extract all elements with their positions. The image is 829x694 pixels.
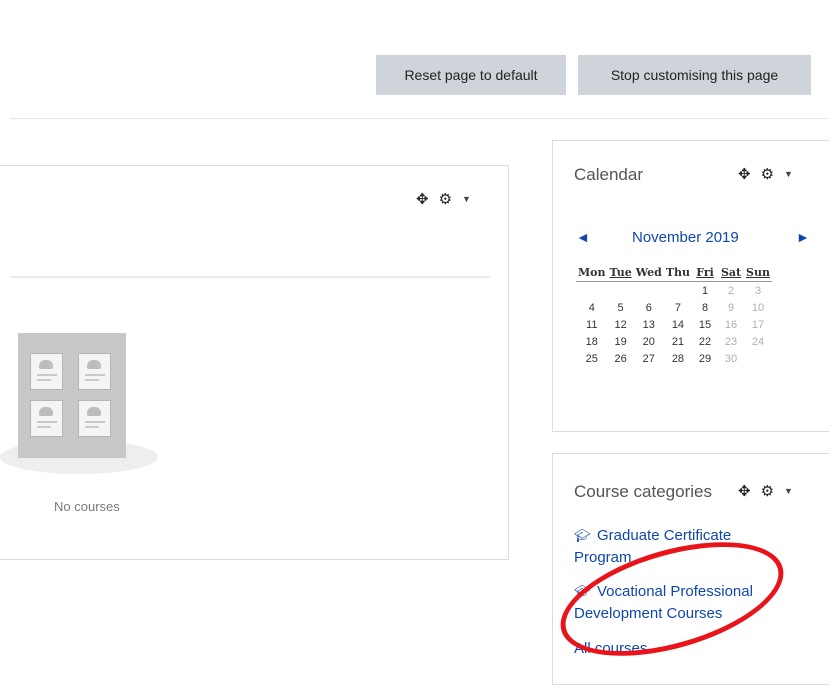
calendar-day[interactable]: 29	[692, 350, 718, 367]
calendar-day[interactable]: 6	[634, 299, 664, 316]
day-header: Wed	[633, 264, 664, 282]
calendar-week: 1 2 3	[576, 282, 772, 300]
calendar-day[interactable]	[744, 350, 772, 367]
calendar-day[interactable]: 16	[718, 316, 744, 333]
calendar-day[interactable]: 28	[664, 350, 692, 367]
gear-icon[interactable]: ⚙	[761, 482, 774, 500]
calendar-day[interactable]: 1	[692, 282, 718, 300]
calendar-week: 11 12 13 14 15 16 17	[576, 316, 772, 333]
calendar-day[interactable]: 18	[576, 333, 608, 350]
category-label: Graduate Certificate Program	[574, 527, 732, 566]
calendar-day[interactable]: 4	[576, 299, 608, 316]
calendar-day[interactable]: 27	[634, 350, 664, 367]
calendar-day[interactable]: 17	[744, 316, 772, 333]
calendar-day[interactable]: 12	[608, 316, 634, 333]
day-header: Sat	[718, 264, 745, 282]
calendar-day[interactable]: 13	[634, 316, 664, 333]
day-header: Tue	[607, 264, 634, 282]
calendar-day[interactable]: 10	[744, 299, 772, 316]
move-icon[interactable]: ✥	[738, 482, 751, 500]
calendar-day[interactable]	[608, 282, 634, 300]
calendar-day[interactable]: 25	[576, 350, 608, 367]
calendar-day[interactable]: 8	[692, 299, 718, 316]
gear-icon[interactable]: ⚙	[761, 165, 774, 183]
day-header: Mon	[576, 264, 608, 282]
calendar-day[interactable]: 9	[718, 299, 744, 316]
category-link-vocational[interactable]: 🎓︎ Vocational Professional Development Co…	[574, 581, 789, 625]
no-courses-text: No courses	[54, 499, 120, 514]
calendar-day[interactable]: 2	[718, 282, 744, 300]
calendar-day[interactable]: 3	[744, 282, 772, 300]
categories-block-controls: ✥ ⚙ ▼	[738, 482, 793, 500]
category-link-graduate[interactable]: 🎓︎ Graduate Certificate Program	[574, 525, 789, 569]
reset-page-button[interactable]: Reset page to default	[376, 55, 566, 95]
day-header: Fri	[692, 264, 719, 282]
calendar-week: 4 5 6 7 8 9 10	[576, 299, 772, 316]
caret-down-icon[interactable]: ▼	[784, 486, 793, 496]
calendar-month[interactable]: November 2019	[632, 229, 739, 246]
graduation-cap-icon: 🎓︎	[574, 584, 591, 599]
calendar-day[interactable]	[634, 282, 664, 300]
calendar-title: Calendar	[574, 165, 643, 184]
move-icon[interactable]: ✥	[416, 190, 429, 208]
calendar-day[interactable]: 20	[634, 333, 664, 350]
caret-down-icon[interactable]: ▼	[784, 169, 793, 179]
next-month-arrow[interactable]: ►	[796, 229, 810, 245]
header-divider	[10, 118, 829, 119]
calendar-day[interactable]: 11	[576, 316, 608, 333]
calendar-week: 18 19 20 21 22 23 24	[576, 333, 772, 350]
calendar-day[interactable]: 21	[664, 333, 692, 350]
calendar-day[interactable]: 22	[692, 333, 718, 350]
calendar-day[interactable]: 19	[608, 333, 634, 350]
all-courses-link[interactable]: All courses	[574, 640, 647, 657]
calendar-day[interactable]: 14	[664, 316, 692, 333]
main-block-divider	[10, 276, 490, 278]
main-block-controls: ✥ ⚙ ▼	[416, 190, 471, 208]
category-label: Vocational Professional Development Cour…	[574, 583, 753, 622]
course-tile-icon	[30, 353, 63, 390]
prev-month-arrow[interactable]: ◄	[576, 229, 590, 245]
calendar-day[interactable]: 5	[608, 299, 634, 316]
calendar-day[interactable]: 23	[718, 333, 744, 350]
course-categories-title: Course categories	[574, 482, 712, 501]
calendar-day[interactable]: 24	[744, 333, 772, 350]
graduation-cap-icon: 🎓︎	[574, 528, 591, 543]
calendar-block-controls: ✥ ⚙ ▼	[738, 165, 793, 183]
calendar-grid: Mon Tue Wed Thu Fri Sat Sun 1 2 3 4 5 6 …	[576, 264, 772, 367]
course-tile-icon	[78, 353, 111, 390]
caret-down-icon[interactable]: ▼	[462, 194, 471, 204]
calendar-day[interactable]: 30	[718, 350, 744, 367]
course-tile-icon	[30, 400, 63, 437]
calendar-day[interactable]: 26	[608, 350, 634, 367]
calendar-day[interactable]	[576, 282, 608, 300]
gear-icon[interactable]: ⚙	[439, 190, 452, 208]
move-icon[interactable]: ✥	[738, 165, 751, 183]
calendar-day[interactable]	[664, 282, 692, 300]
no-courses-illustration	[18, 333, 126, 458]
calendar-day[interactable]: 15	[692, 316, 718, 333]
day-header: Thu	[663, 264, 693, 282]
calendar-week: 25 26 27 28 29 30	[576, 350, 772, 367]
stop-customising-button[interactable]: Stop customising this page	[578, 55, 811, 95]
calendar-day[interactable]: 7	[664, 299, 692, 316]
day-header: Sun	[744, 264, 772, 282]
course-tile-icon	[78, 400, 111, 437]
